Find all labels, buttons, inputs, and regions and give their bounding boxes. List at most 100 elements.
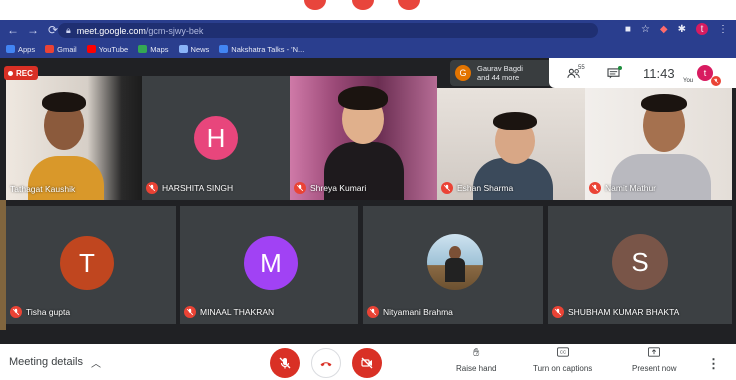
participant-name: Tisha gupta bbox=[26, 307, 71, 317]
participant-name-row: SHUBHAM KUMAR BHAKTA bbox=[552, 306, 679, 318]
hang-up-icon bbox=[320, 362, 332, 367]
forward-icon[interactable]: → bbox=[26, 23, 40, 37]
participant-tile[interactable]: H HARSHITA SINGH bbox=[142, 76, 290, 200]
participant-tile[interactable]: Tathagat Kaushik bbox=[6, 76, 142, 200]
profile-avatar[interactable]: t bbox=[696, 23, 708, 35]
participant-avatar: G bbox=[455, 65, 471, 81]
bookmark-star-icon[interactable]: ☆ bbox=[641, 24, 650, 35]
participant-name-row: Tisha gupta bbox=[10, 306, 70, 318]
participant-avatar: S bbox=[612, 234, 668, 290]
decorative-shape bbox=[304, 0, 326, 10]
bookmark-label: News bbox=[190, 44, 210, 54]
camera-toggle-button[interactable] bbox=[352, 348, 382, 378]
mic-off-icon bbox=[279, 357, 291, 369]
bookmark-maps[interactable]: Maps bbox=[138, 44, 169, 54]
bookmark-apps[interactable]: Apps bbox=[6, 45, 35, 54]
bookmark-youtube[interactable]: YouTube bbox=[86, 44, 129, 54]
bottom-control-bar: Meeting details ︿ ✋︎ Raise hand CC Turn … bbox=[0, 344, 736, 380]
chat-button[interactable] bbox=[599, 58, 627, 88]
maps-icon bbox=[138, 45, 148, 53]
mic-off-icon bbox=[10, 306, 22, 318]
participant-name-row: MINAAL THAKRAN bbox=[184, 306, 274, 318]
more-participants-count: and 44 more bbox=[477, 73, 520, 82]
participant-tile[interactable]: Shreya Kumari bbox=[290, 76, 437, 200]
more-participants-name: Gaurav Bagdi bbox=[477, 64, 523, 73]
raise-hand-button[interactable]: ✋︎ Raise hand bbox=[456, 347, 496, 373]
mic-off-icon bbox=[367, 306, 379, 318]
hand-icon: ✋︎ bbox=[473, 347, 480, 359]
more-participants-card[interactable]: G Gaurav Bagdi and 44 more bbox=[450, 60, 556, 86]
bookmark-label: YouTube bbox=[98, 44, 129, 54]
browser-menu-icon[interactable]: ⋮ bbox=[718, 24, 728, 35]
person-hair bbox=[493, 112, 537, 130]
url-path: /gcm-sjwy-bek bbox=[145, 25, 204, 36]
person-hair bbox=[641, 94, 687, 112]
address-bar[interactable]: 🔒︎ meet.google.com /gcm-sjwy-bek bbox=[58, 23, 598, 38]
participant-name-row: Namit Mathur bbox=[589, 182, 656, 194]
gmail-icon bbox=[45, 45, 55, 53]
participant-tile[interactable]: M MINAAL THAKRAN bbox=[180, 206, 358, 324]
meeting-top-bar: 55 11:43 You t bbox=[549, 58, 736, 88]
captions-button[interactable]: CC Turn on captions bbox=[533, 347, 592, 373]
decorative-shape bbox=[352, 0, 374, 10]
lock-icon: 🔒︎ bbox=[66, 25, 71, 35]
participant-avatar: H bbox=[194, 116, 238, 160]
person-hair bbox=[338, 86, 388, 110]
mic-off-icon bbox=[552, 306, 564, 318]
participant-name: HARSHITA SINGH bbox=[162, 183, 234, 193]
participant-tile[interactable]: Nityamani Brahma bbox=[363, 206, 543, 324]
participant-avatar: M bbox=[244, 236, 298, 290]
microphone-toggle-button[interactable] bbox=[270, 348, 300, 378]
bookmark-label: Maps bbox=[150, 44, 169, 54]
person-hair bbox=[42, 92, 86, 112]
meeting-clock: 11:43 bbox=[643, 66, 675, 81]
you-label: You bbox=[683, 78, 694, 84]
person-silhouette bbox=[445, 258, 465, 282]
bookmark-news[interactable]: News bbox=[178, 44, 210, 54]
bookmark-label: Gmail bbox=[57, 44, 77, 54]
screen-edge bbox=[0, 200, 6, 330]
participant-tile[interactable]: Namit Mathur bbox=[585, 88, 732, 200]
record-dot-icon bbox=[8, 70, 13, 76]
participant-name: Namit Mathur bbox=[605, 183, 657, 193]
participant-tile[interactable]: T Tisha gupta bbox=[6, 206, 176, 324]
leave-call-button[interactable] bbox=[311, 348, 341, 378]
participant-photo bbox=[427, 234, 483, 290]
participant-name-row: Eshan Sharma bbox=[441, 182, 513, 194]
mic-off-icon bbox=[294, 182, 306, 194]
participant-name: MINAAL THAKRAN bbox=[200, 307, 275, 317]
bookmark-gmail[interactable]: Gmail bbox=[45, 45, 77, 54]
people-button[interactable]: 55 bbox=[557, 58, 591, 88]
participant-name-row: Shreya Kumari bbox=[294, 182, 366, 194]
bookmark-nakshatra[interactable]: Nakshatra Talks - 'N... bbox=[219, 45, 304, 54]
youtube-icon bbox=[86, 45, 96, 53]
decorative-shape bbox=[398, 0, 420, 10]
participant-avatar: T bbox=[60, 236, 114, 290]
extension-icon[interactable]: ◆ bbox=[660, 24, 668, 35]
news-icon bbox=[178, 45, 188, 53]
present-now-button[interactable]: Present now bbox=[632, 347, 676, 373]
bookmark-label: Apps bbox=[18, 44, 36, 54]
closed-captions-icon: CC bbox=[556, 347, 569, 361]
participant-name-row: Nityamani Brahma bbox=[367, 306, 453, 318]
participant-tile[interactable]: S SHUBHAM KUMAR BHAKTA bbox=[548, 206, 732, 324]
puzzle-icon[interactable]: ✱ bbox=[678, 24, 686, 35]
chat-notification-dot bbox=[618, 66, 622, 70]
mic-off-icon bbox=[441, 182, 453, 194]
url-host: meet.google.com bbox=[76, 25, 146, 36]
more-options-icon[interactable]: ⋮ bbox=[707, 356, 720, 372]
meeting-details-button[interactable]: Meeting details ︿ bbox=[9, 344, 101, 380]
participant-name: Eshan Sharma bbox=[457, 183, 514, 193]
meeting-details-label: Meeting details bbox=[9, 356, 83, 368]
more-participants-text: Gaurav Bagdi and 44 more bbox=[477, 64, 523, 82]
captions-label: Turn on captions bbox=[533, 364, 593, 373]
present-now-label: Present now bbox=[632, 364, 677, 373]
participant-tile[interactable]: Eshan Sharma bbox=[437, 88, 585, 200]
bookmark-site-icon bbox=[219, 45, 229, 53]
camera-indicator-icon[interactable]: ■ bbox=[625, 24, 631, 35]
browser-chrome: ← → ⟳ 🔒︎ meet.google.com /gcm-sjwy-bek ■… bbox=[0, 20, 736, 58]
url-row: ← → ⟳ 🔒︎ meet.google.com /gcm-sjwy-bek ■… bbox=[0, 20, 736, 40]
participant-count: 55 bbox=[578, 65, 585, 71]
browser-actions: ■ ☆ ◆ ✱ t ⋮ bbox=[625, 23, 728, 35]
back-icon[interactable]: ← bbox=[6, 23, 20, 37]
